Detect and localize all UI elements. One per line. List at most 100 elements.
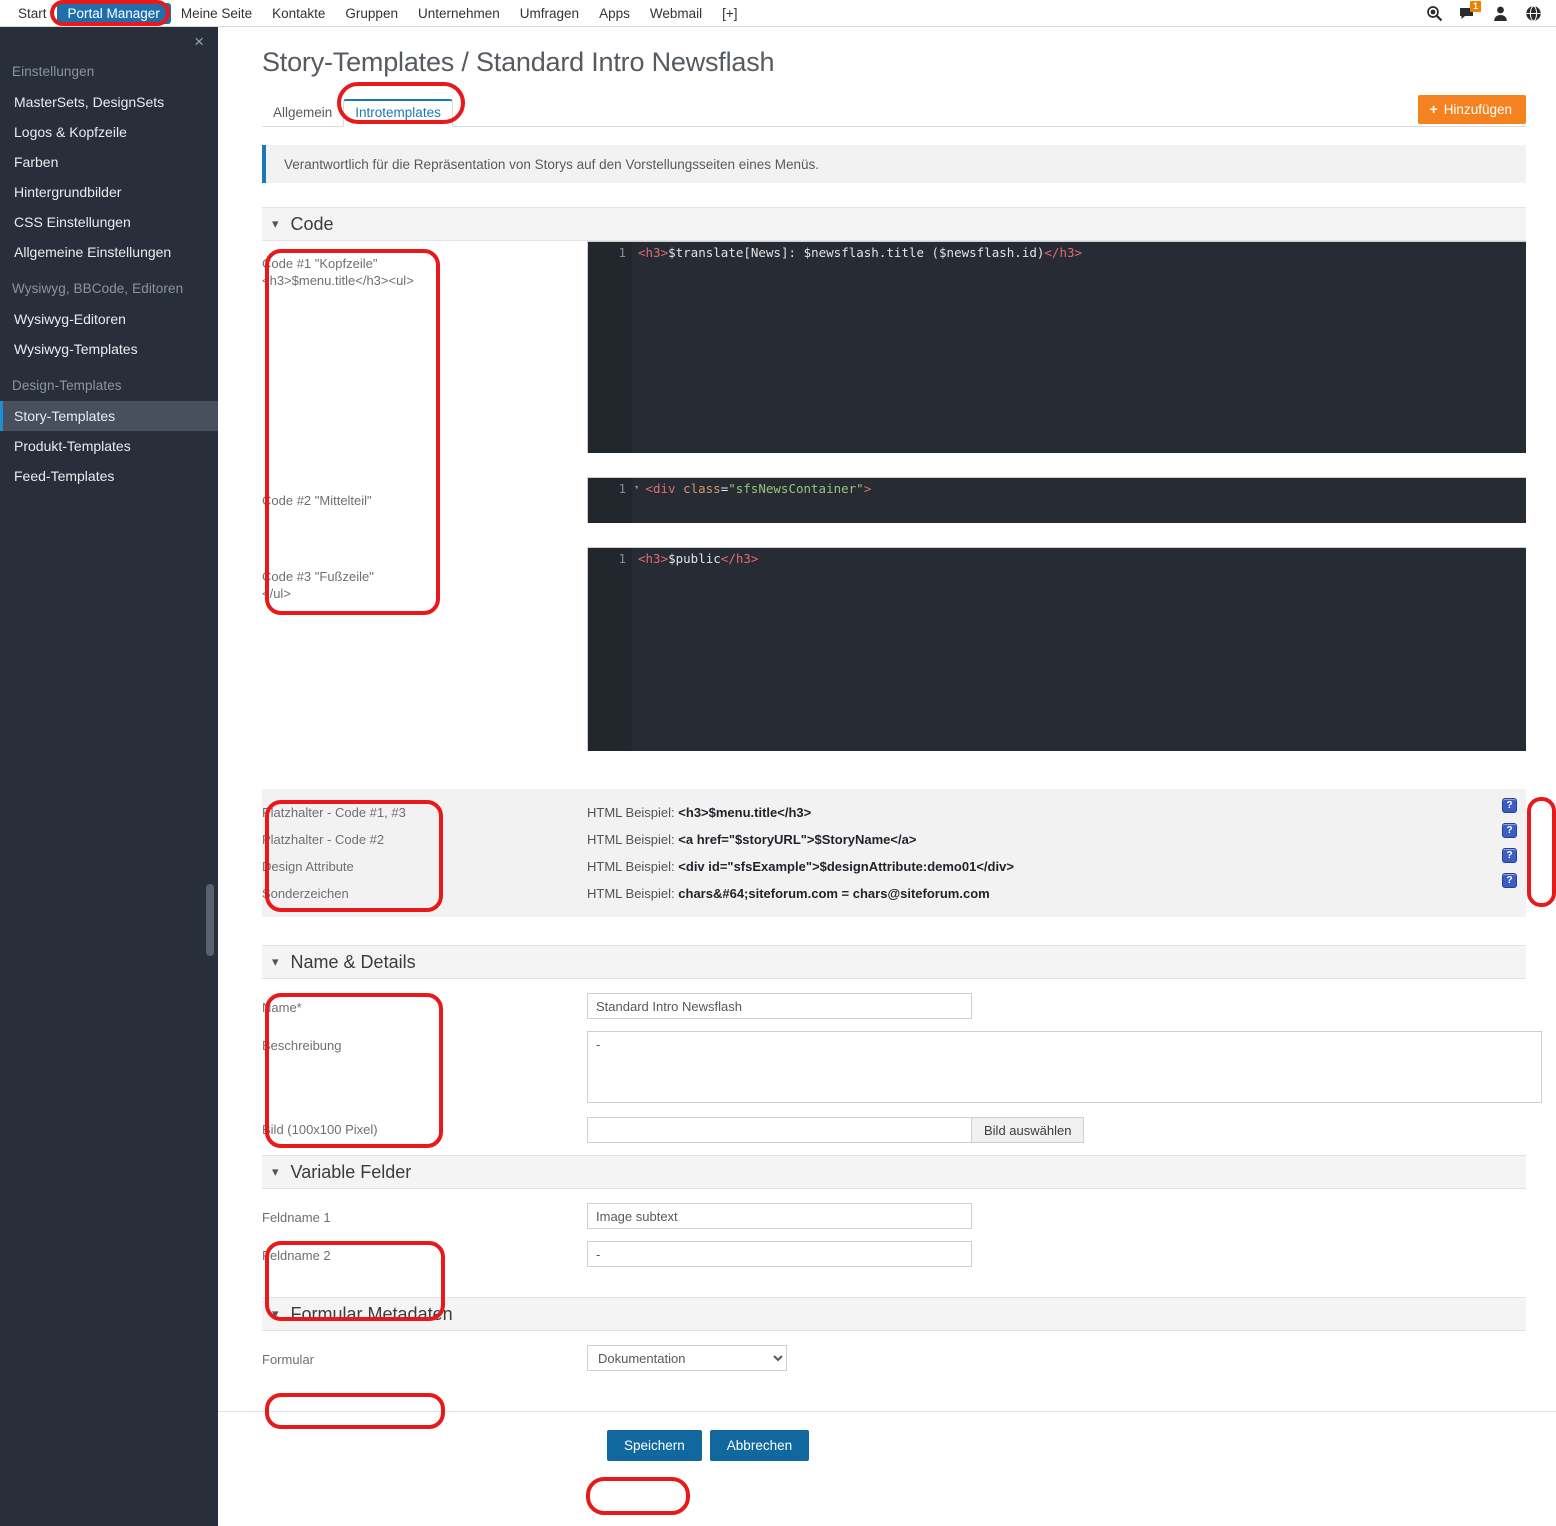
code-token-plain: $translate[News]: $newsflash.title ($new…	[668, 244, 1045, 260]
sidebar-item-story-templates[interactable]: Story-Templates	[0, 401, 218, 431]
nav-item-start[interactable]: Start	[8, 3, 57, 24]
nav-item-kontakte[interactable]: Kontakte	[262, 3, 335, 24]
formular-select[interactable]: Dokumentation	[587, 1345, 787, 1371]
name-input[interactable]	[587, 993, 972, 1019]
code-token-tag: <h3>	[638, 550, 669, 566]
line-number: 1	[618, 550, 626, 566]
name-details-labels: Name* Beschreibung Bild (100x100 Pixel)	[262, 993, 512, 1143]
name-details-fields: - Bild auswählen	[587, 993, 1542, 1143]
feldname-1-input[interactable]	[587, 1203, 972, 1229]
sidebar-scrollbar[interactable]	[206, 884, 214, 956]
section-title-code: Code	[290, 213, 334, 234]
section-header-name-details[interactable]: ▾ Name & Details	[262, 945, 1526, 979]
nav-item-unternehmen[interactable]: Unternehmen	[408, 3, 510, 24]
code-text: <h3>$translate[News]: $newsflash.title (…	[632, 245, 1082, 260]
variable-fields-form: Feldname 1 Feldname 2	[262, 1189, 1526, 1273]
help-icon[interactable]: ?	[1502, 823, 1517, 838]
code-label-2-title: Code #2 "Mittelteil"	[262, 493, 372, 508]
code-label-3-hint: </ul>	[262, 586, 291, 601]
nav-item-apps[interactable]: Apps	[589, 3, 640, 24]
cancel-button[interactable]: Abbrechen	[709, 1430, 810, 1461]
sidebar-item-allgemeine-einstellungen[interactable]: Allgemeine Einstellungen	[0, 237, 218, 267]
main-content: Story-Templates / Standard Intro Newsfla…	[218, 27, 1556, 1526]
sidebar-item-logos-kopfzeile[interactable]: Logos & Kopfzeile	[0, 117, 218, 147]
help-icon[interactable]: ?	[1502, 873, 1517, 888]
label-feldname-1: Feldname 1	[262, 1210, 331, 1225]
label-bild: Bild (100x100 Pixel)	[262, 1122, 378, 1137]
sidebar-item-wysiwyg-templates[interactable]: Wysiwyg-Templates	[0, 334, 218, 364]
save-button[interactable]: Speichern	[607, 1430, 702, 1461]
section-header-formular-metadaten[interactable]: ▾ Formular Metadaten	[262, 1297, 1526, 1331]
nav-item-portal-manager[interactable]: Portal Manager	[56, 2, 171, 24]
code-token-plain: $public	[668, 550, 721, 566]
globe-icon[interactable]	[1525, 5, 1542, 22]
sidebar-item-hintergrundbilder[interactable]: Hintergrundbilder	[0, 177, 218, 207]
form-metadata-form: Formular Dokumentation	[262, 1331, 1526, 1381]
messages-icon[interactable]: 1	[1459, 0, 1482, 22]
label-feldname-2: Feldname 2	[262, 1248, 331, 1263]
tab-strip: Allgemein Introtemplates + Hinzufügen	[262, 95, 1526, 127]
sidebar-item-feed-templates[interactable]: Feed-Templates	[0, 461, 218, 491]
add-button[interactable]: + Hinzufügen	[1417, 95, 1526, 124]
section-header-code[interactable]: ▾ Code	[262, 207, 1526, 241]
sidebar-item-farben[interactable]: Farben	[0, 147, 218, 177]
example-label-platzhalter-1-3: Platzhalter - Code #1, #3	[262, 805, 406, 820]
image-path-input[interactable]	[587, 1117, 972, 1143]
code-editor-1[interactable]: 1 <h3>$translate[News]: $newsflash.title…	[587, 241, 1526, 453]
code-editor-3[interactable]: 1 <h3>$public</h3>	[587, 547, 1526, 751]
variable-fields-labels: Feldname 1 Feldname 2	[262, 1203, 512, 1271]
sidebar-group-design-templates: Design-Templates	[12, 378, 122, 393]
code-label-3-title: Code #3 "Fußzeile"	[262, 569, 374, 584]
code-label-3: Code #3 "Fußzeile" </ul>	[262, 568, 374, 602]
help-icon-column: ? ? ? ?	[1502, 798, 1517, 888]
add-button-label: Hinzufügen	[1443, 101, 1512, 117]
fold-toggle-icon[interactable]: ▾	[632, 483, 639, 493]
tab-allgemein[interactable]: Allgemein	[262, 100, 343, 126]
help-icon[interactable]: ?	[1502, 798, 1517, 813]
top-navigation-bar: Start Portal Manager Meine Seite Kontakt…	[0, 0, 1556, 27]
nav-item-more[interactable]: [+]	[712, 3, 747, 24]
nav-item-meine-seite[interactable]: Meine Seite	[171, 3, 262, 24]
label-beschreibung: Beschreibung	[262, 1038, 342, 1053]
feldname-2-input[interactable]	[587, 1241, 972, 1267]
top-nav-items: Start Portal Manager Meine Seite Kontakt…	[0, 2, 748, 24]
section-title-variable-felder: Variable Felder	[290, 1161, 412, 1182]
search-icon[interactable]	[1426, 5, 1443, 22]
sidebar-item-css-einstellungen[interactable]: CSS Einstellungen	[0, 207, 218, 237]
description-textarea[interactable]: -	[587, 1031, 1542, 1103]
form-footer: Speichern Abbrechen	[218, 1411, 1556, 1481]
variable-fields-inputs	[587, 1203, 1526, 1267]
line-number: 1	[618, 244, 626, 260]
tab-introtemplates[interactable]: Introtemplates	[343, 99, 453, 127]
example-label-platzhalter-2: Platzhalter - Code #2	[262, 832, 385, 847]
image-picker-row: Bild auswählen	[587, 1117, 1526, 1143]
sidebar-close-button[interactable]: ×	[0, 27, 218, 50]
example-code: chars&#64;siteforum.com = chars@siteforu…	[678, 886, 990, 901]
sidebar-item-wysiwyg-editoren[interactable]: Wysiwyg-Editoren	[0, 304, 218, 334]
editor-gutter-1	[588, 242, 632, 453]
user-icon[interactable]	[1492, 5, 1509, 22]
info-banner: Verantwortlich für die Repräsentation vo…	[262, 145, 1526, 183]
select-image-button[interactable]: Bild auswählen	[972, 1117, 1085, 1143]
code-area: Code #1 "Kopfzeile" <h3>$menu.title</h3>…	[262, 241, 1526, 751]
code-token-attr: class	[683, 480, 721, 496]
sidebar: × Einstellungen MasterSets, DesignSets L…	[0, 27, 218, 1526]
sidebar-item-produkt-templates[interactable]: Produkt-Templates	[0, 431, 218, 461]
examples-labels: Platzhalter - Code #1, #3 Platzhalter - …	[262, 799, 442, 907]
example-prefix: HTML Beispiel:	[587, 886, 679, 901]
example-prefix: HTML Beispiel:	[587, 805, 679, 820]
code-token-tag-close: </h3>	[1044, 244, 1083, 260]
line-number: 1	[618, 480, 626, 496]
nav-item-umfragen[interactable]: Umfragen	[510, 3, 589, 24]
form-metadata-fields: Dokumentation	[587, 1345, 1526, 1371]
code-editor-2[interactable]: 1 ▾ <div class="sfsNewsContainer">	[587, 477, 1526, 523]
name-details-form: Name* Beschreibung Bild (100x100 Pixel) …	[262, 979, 1542, 1143]
help-icon[interactable]: ?	[1502, 848, 1517, 863]
chevron-down-icon: ▾	[272, 954, 279, 969]
code-token-string: "sfsNewsContainer"	[728, 480, 864, 496]
examples-panel: Platzhalter - Code #1, #3 Platzhalter - …	[262, 789, 1526, 917]
nav-item-webmail[interactable]: Webmail	[640, 3, 712, 24]
sidebar-item-mastersets-designsets[interactable]: MasterSets, DesignSets	[0, 87, 218, 117]
nav-item-gruppen[interactable]: Gruppen	[335, 3, 408, 24]
section-header-variable-felder[interactable]: ▾ Variable Felder	[262, 1155, 1526, 1189]
